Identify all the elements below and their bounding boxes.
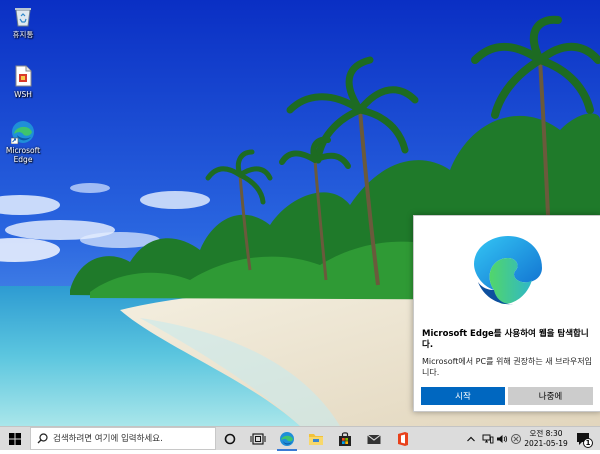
notification-icon: [577, 433, 593, 448]
recycle-bin-icon: [11, 4, 35, 28]
desktop-icon-recycle-bin[interactable]: 휴지통: [2, 4, 44, 39]
status-button[interactable]: [510, 433, 522, 445]
store-button[interactable]: [331, 427, 359, 451]
start-button-primary[interactable]: 시작: [421, 387, 505, 405]
taskbar-clock[interactable]: 오전 8:30 2021-05-19: [524, 429, 568, 449]
taskbar: 오전 8:30 2021-05-19 1: [0, 426, 600, 451]
task-view-button[interactable]: [244, 427, 272, 451]
desktop-icon-label: WSH: [14, 90, 32, 99]
toast-title: Microsoft Edge를 사용하여 웹을 탐색합니다.: [422, 329, 589, 350]
clock-time: 오전 8:30: [529, 429, 563, 438]
desktop-icon-label: Microsoft Edge: [5, 146, 41, 164]
office-button[interactable]: [389, 427, 417, 451]
chevron-up-icon: [467, 436, 475, 442]
office-icon: [398, 432, 408, 446]
blocked-status-icon: [511, 434, 521, 444]
edge-logo-icon: [470, 232, 546, 308]
mail-icon: [367, 434, 381, 444]
cortana-circle-icon: [224, 433, 236, 445]
network-icon: [482, 434, 494, 444]
windows-logo-icon: [9, 433, 21, 445]
action-center-button[interactable]: 1: [574, 429, 594, 449]
search-icon: [37, 433, 48, 444]
script-file-icon: [11, 64, 35, 88]
windows-start-button[interactable]: [0, 427, 30, 451]
taskbar-edge-button[interactable]: [273, 427, 301, 451]
edge-icon: [280, 432, 294, 446]
show-hidden-icons-button[interactable]: [466, 432, 476, 446]
file-explorer-button[interactable]: [302, 427, 330, 451]
clock-date: 2021-05-19: [524, 439, 568, 448]
network-button[interactable]: [482, 433, 494, 445]
toast-description: Microsoft에서 PC를 위해 권장하는 새 브라우저입니다.: [422, 357, 592, 377]
edge-icon: [10, 120, 35, 145]
later-button[interactable]: 나중에: [508, 387, 593, 405]
task-view-icon: [250, 433, 266, 445]
cortana-button[interactable]: [216, 427, 244, 451]
search-input[interactable]: [53, 428, 213, 449]
desktop-icon-wsh[interactable]: WSH: [2, 64, 44, 99]
edge-promo-notification: Microsoft Edge를 사용하여 웹을 탐색합니다. Microsoft…: [413, 215, 600, 412]
file-explorer-icon: [309, 434, 323, 445]
volume-button[interactable]: [496, 433, 508, 445]
notification-count-badge: 1: [585, 438, 591, 447]
mail-button[interactable]: [360, 427, 388, 451]
taskbar-search-box[interactable]: [30, 427, 216, 450]
desktop-icon-edge[interactable]: Microsoft Edge: [2, 120, 44, 164]
store-icon: [339, 432, 351, 446]
speaker-icon: [497, 435, 508, 443]
desktop-icon-label: 휴지통: [12, 30, 34, 39]
